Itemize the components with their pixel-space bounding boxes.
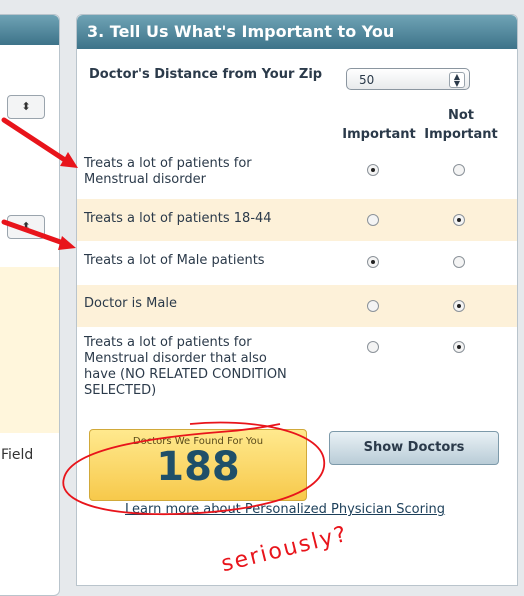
red-arrow-icon (1, 219, 76, 250)
annotation-overlay: seriously? (1, 117, 351, 574)
red-arrow-icon (1, 117, 78, 168)
scribble-circle (62, 421, 325, 516)
handwritten-note: seriously? (219, 522, 351, 574)
